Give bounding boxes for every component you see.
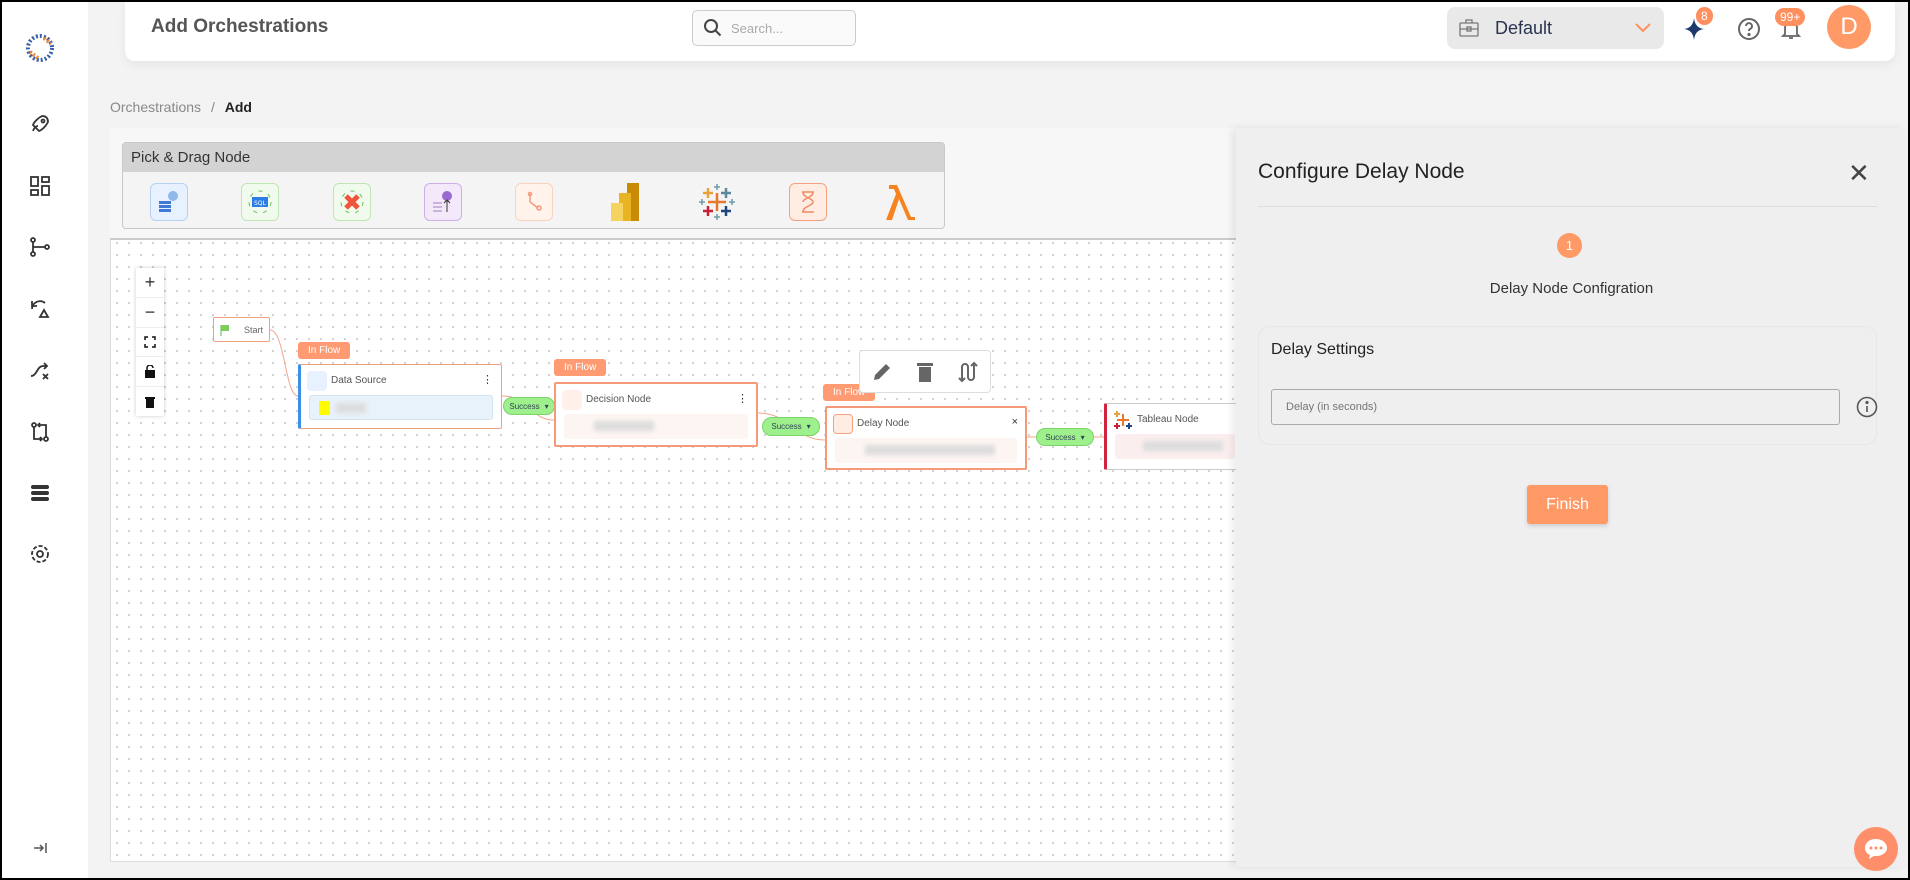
- edit-icon[interactable]: [871, 361, 893, 383]
- dropdown-icon: ▾: [544, 401, 549, 411]
- start-node[interactable]: Start: [213, 317, 270, 342]
- panel-title: Configure Delay Node: [1258, 160, 1465, 183]
- data-source-node[interactable]: Data Source ⋮: [298, 364, 502, 429]
- section-title: Delay Settings: [1271, 341, 1375, 358]
- close-icon[interactable]: ×: [1012, 416, 1018, 428]
- chat-icon: [1865, 839, 1887, 859]
- in-flow-badge: In Flow: [298, 342, 351, 359]
- chat-button[interactable]: [1854, 827, 1898, 871]
- tableau-icon: [1113, 410, 1133, 430]
- delay-input[interactable]: [1271, 389, 1840, 425]
- info-icon[interactable]: [1856, 396, 1878, 418]
- delay-settings-card: Delay Settings: [1258, 326, 1878, 445]
- start-label: Start: [244, 325, 264, 335]
- tableau-node[interactable]: Tableau Node: [1104, 403, 1244, 470]
- configure-panel: Configure Delay Node ✕ 1 Delay Node Conf…: [1236, 128, 1907, 867]
- delete-icon[interactable]: [916, 361, 934, 383]
- success-label: Success: [771, 422, 802, 431]
- node-subitem: [564, 414, 748, 439]
- node-title: Data Source: [331, 375, 387, 386]
- close-icon[interactable]: ✕: [1848, 158, 1870, 189]
- decision-icon: [562, 390, 582, 410]
- node-subitem: [1115, 434, 1235, 459]
- divider: [1258, 206, 1877, 207]
- success-edge-label[interactable]: Success ▾: [1036, 428, 1094, 446]
- dropdown-icon: ▾: [806, 422, 811, 431]
- node-title: Delay Node: [857, 418, 910, 429]
- node-title: Decision Node: [586, 394, 652, 405]
- node-menu-icon[interactable]: ⋮: [737, 392, 748, 405]
- node-subitem: [309, 395, 493, 420]
- step-label: Delay Node Configration: [1489, 280, 1654, 297]
- swap-icon[interactable]: [957, 361, 979, 383]
- snowflake-icon: [319, 401, 330, 415]
- success-edge-label[interactable]: Success ▾: [762, 417, 820, 436]
- node-toolbar: [859, 350, 991, 393]
- step-indicator: 1: [1557, 233, 1582, 258]
- finish-button[interactable]: Finish: [1527, 485, 1608, 524]
- decision-node[interactable]: Decision Node ⋮: [554, 382, 758, 447]
- node-title: Tableau Node: [1137, 414, 1199, 425]
- node-menu-icon[interactable]: ⋮: [482, 373, 493, 386]
- delay-node[interactable]: Delay Node ×: [825, 406, 1027, 470]
- in-flow-badge: In Flow: [554, 359, 607, 376]
- data-source-icon: [307, 371, 327, 391]
- flag-icon: [220, 325, 229, 336]
- node-subitem: [835, 438, 1017, 463]
- delay-icon: [833, 414, 853, 434]
- success-label: Success: [1045, 432, 1076, 442]
- success-edge-label[interactable]: Success ▾: [503, 397, 555, 415]
- success-label: Success: [509, 401, 540, 411]
- dropdown-icon: ▾: [1080, 432, 1085, 442]
